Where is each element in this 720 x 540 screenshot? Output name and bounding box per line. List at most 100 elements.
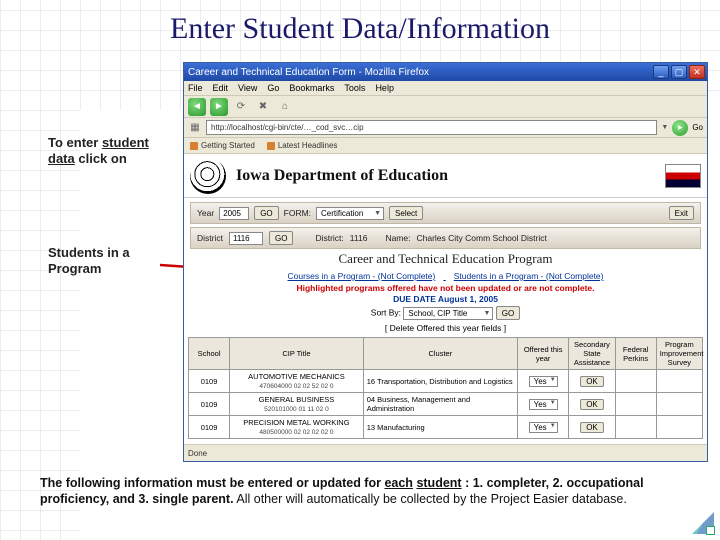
go-label: Go (692, 123, 703, 132)
bookmark-icon (190, 142, 198, 150)
footer-each: each (384, 476, 413, 490)
slide-note-students-program: Students in a Program (48, 245, 178, 278)
reload-button[interactable]: ⟳ (232, 98, 250, 116)
ok-button[interactable]: OK (580, 399, 604, 410)
address-bar: ▦ http://localhost/cgi-bin/cte/…_cod_svc… (184, 118, 707, 138)
cell-survey (656, 370, 702, 393)
th-secondary: Secondary State Assistance (569, 338, 615, 370)
name-label: Name: (385, 233, 410, 243)
cte-program-heading: Career and Technical Education Program (184, 251, 707, 267)
back-button[interactable]: ◄ (188, 98, 206, 116)
page-content: Iowa Department of Education Year 2005 G… (184, 154, 707, 445)
year-label: Year (197, 208, 214, 218)
sort-select[interactable]: School, CIP Title (403, 307, 493, 320)
table-row: 0109PRECISION METAL WORKING480500000 02 … (189, 416, 703, 439)
cell-offered: Yes (517, 370, 568, 393)
select-button[interactable]: Select (389, 206, 423, 220)
url-dropdown-icon[interactable]: ▼ (661, 124, 668, 131)
iowa-flag-icon (665, 164, 701, 188)
footer-tail: All other will automatically be collecte… (236, 492, 626, 506)
cell-cip: GENERAL BUSINESS520101000 01 11 02 0 (230, 393, 364, 416)
cell-secondary: OK (569, 370, 615, 393)
page-banner: Iowa Department of Education (184, 154, 707, 198)
window-maximize-button[interactable]: ▢ (671, 65, 687, 79)
menu-go[interactable]: Go (267, 83, 279, 93)
bookmark-getting-started[interactable]: Getting Started (190, 141, 255, 150)
link-students-in-program[interactable]: Students in a Program - (Not Complete) (454, 271, 604, 281)
menu-bar: File Edit View Go Bookmarks Tools Help (184, 81, 707, 96)
menu-file[interactable]: File (188, 83, 203, 93)
page-icon: ▦ (188, 121, 202, 135)
slide-title: Enter Student Data/Information (0, 12, 720, 46)
cell-cluster: 13 Manufacturing (363, 416, 517, 439)
firefox-window: Career and Technical Education Form - Mo… (183, 62, 708, 462)
cell-cip: PRECISION METAL WORKING480500000 02 02 0… (230, 416, 364, 439)
stop-button[interactable]: ✖ (254, 98, 272, 116)
browser-status-bar: Done (184, 445, 707, 461)
note1-a: To enter (48, 135, 102, 150)
cell-school: 0109 (189, 416, 230, 439)
slide-corner-handle (707, 527, 714, 534)
go-button[interactable]: ▸ (672, 120, 688, 136)
sort-label: Sort By: (371, 308, 401, 318)
cell-secondary: OK (569, 393, 615, 416)
cell-cip: AUTOMOTIVE MECHANICS470604000 02 02 52 0… (230, 370, 364, 393)
window-minimize-button[interactable]: _ (653, 65, 669, 79)
cell-survey (656, 393, 702, 416)
state-seal-icon (190, 158, 226, 194)
nav-toolbar: ◄ ► ⟳ ✖ ⌂ (184, 96, 707, 118)
menu-help[interactable]: Help (375, 83, 394, 93)
year-go-button[interactable]: GO (254, 206, 278, 220)
offered-select[interactable]: Yes (529, 399, 558, 410)
year-input[interactable]: 2005 (219, 207, 249, 220)
menu-bookmarks[interactable]: Bookmarks (289, 83, 334, 93)
forward-button[interactable]: ► (210, 98, 228, 116)
rss-icon (267, 142, 275, 150)
url-input[interactable]: http://localhost/cgi-bin/cte/…_cod_svc…c… (206, 120, 657, 135)
window-titlebar: Career and Technical Education Form - Mo… (184, 63, 707, 81)
district2-label: District: (315, 233, 343, 243)
sort-go-button[interactable]: GO (496, 306, 520, 320)
district-input[interactable]: 1116 (229, 232, 263, 245)
status-text: Done (188, 449, 207, 458)
cell-secondary: OK (569, 416, 615, 439)
sort-row: Sort By: School, CIP Title GO (184, 306, 707, 320)
exit-button[interactable]: Exit (669, 206, 694, 220)
offered-select[interactable]: Yes (529, 376, 558, 387)
filter-row-1: Year 2005 GO FORM: Certification Select … (190, 202, 701, 224)
ok-button[interactable]: OK (580, 422, 604, 433)
th-survey: Program Improvement Survey (656, 338, 702, 370)
district-label: District (197, 233, 223, 243)
banner-title: Iowa Department of Education (236, 167, 665, 185)
offered-select[interactable]: Yes (529, 422, 558, 433)
home-button[interactable]: ⌂ (276, 98, 294, 116)
form-label: FORM: (284, 208, 311, 218)
table-header-row: School CIP Title Cluster Offered this ye… (189, 338, 703, 370)
menu-edit[interactable]: Edit (213, 83, 229, 93)
cell-school: 0109 (189, 370, 230, 393)
menu-tools[interactable]: Tools (344, 83, 365, 93)
slide-footer-note: The following information must be entere… (40, 475, 690, 508)
highlight-note: Highlighted programs offered have not be… (184, 283, 707, 293)
filter-row-2: District 1116 GO District: 1116 Name: Ch… (190, 227, 701, 249)
bookmark-latest-headlines[interactable]: Latest Headlines (267, 141, 338, 150)
cell-perkins (615, 370, 656, 393)
window-close-button[interactable]: ✕ (689, 65, 705, 79)
district2-value: 1116 (350, 233, 368, 243)
highlight-red: Highlighted programs (296, 283, 384, 293)
delete-offered-link[interactable]: [ Delete Offered this year fields ] (184, 323, 707, 333)
cell-perkins (615, 393, 656, 416)
menu-view[interactable]: View (238, 83, 257, 93)
cell-school: 0109 (189, 393, 230, 416)
bookmarks-toolbar: Getting Started Latest Headlines (184, 138, 707, 154)
name-value: Charles City Comm School District (416, 233, 546, 243)
footer-lead: The following information must be entere… (40, 476, 384, 490)
cell-offered: Yes (517, 393, 568, 416)
ok-button[interactable]: OK (580, 376, 604, 387)
table-row: 0109GENERAL BUSINESS520101000 01 11 02 0… (189, 393, 703, 416)
district-go-button[interactable]: GO (269, 231, 293, 245)
form-select[interactable]: Certification (316, 207, 384, 220)
cell-perkins (615, 416, 656, 439)
slide-note-enter-data: To enter student data click on (48, 135, 163, 168)
link-courses-in-program[interactable]: Courses in a Program - (Not Complete) (288, 271, 436, 281)
